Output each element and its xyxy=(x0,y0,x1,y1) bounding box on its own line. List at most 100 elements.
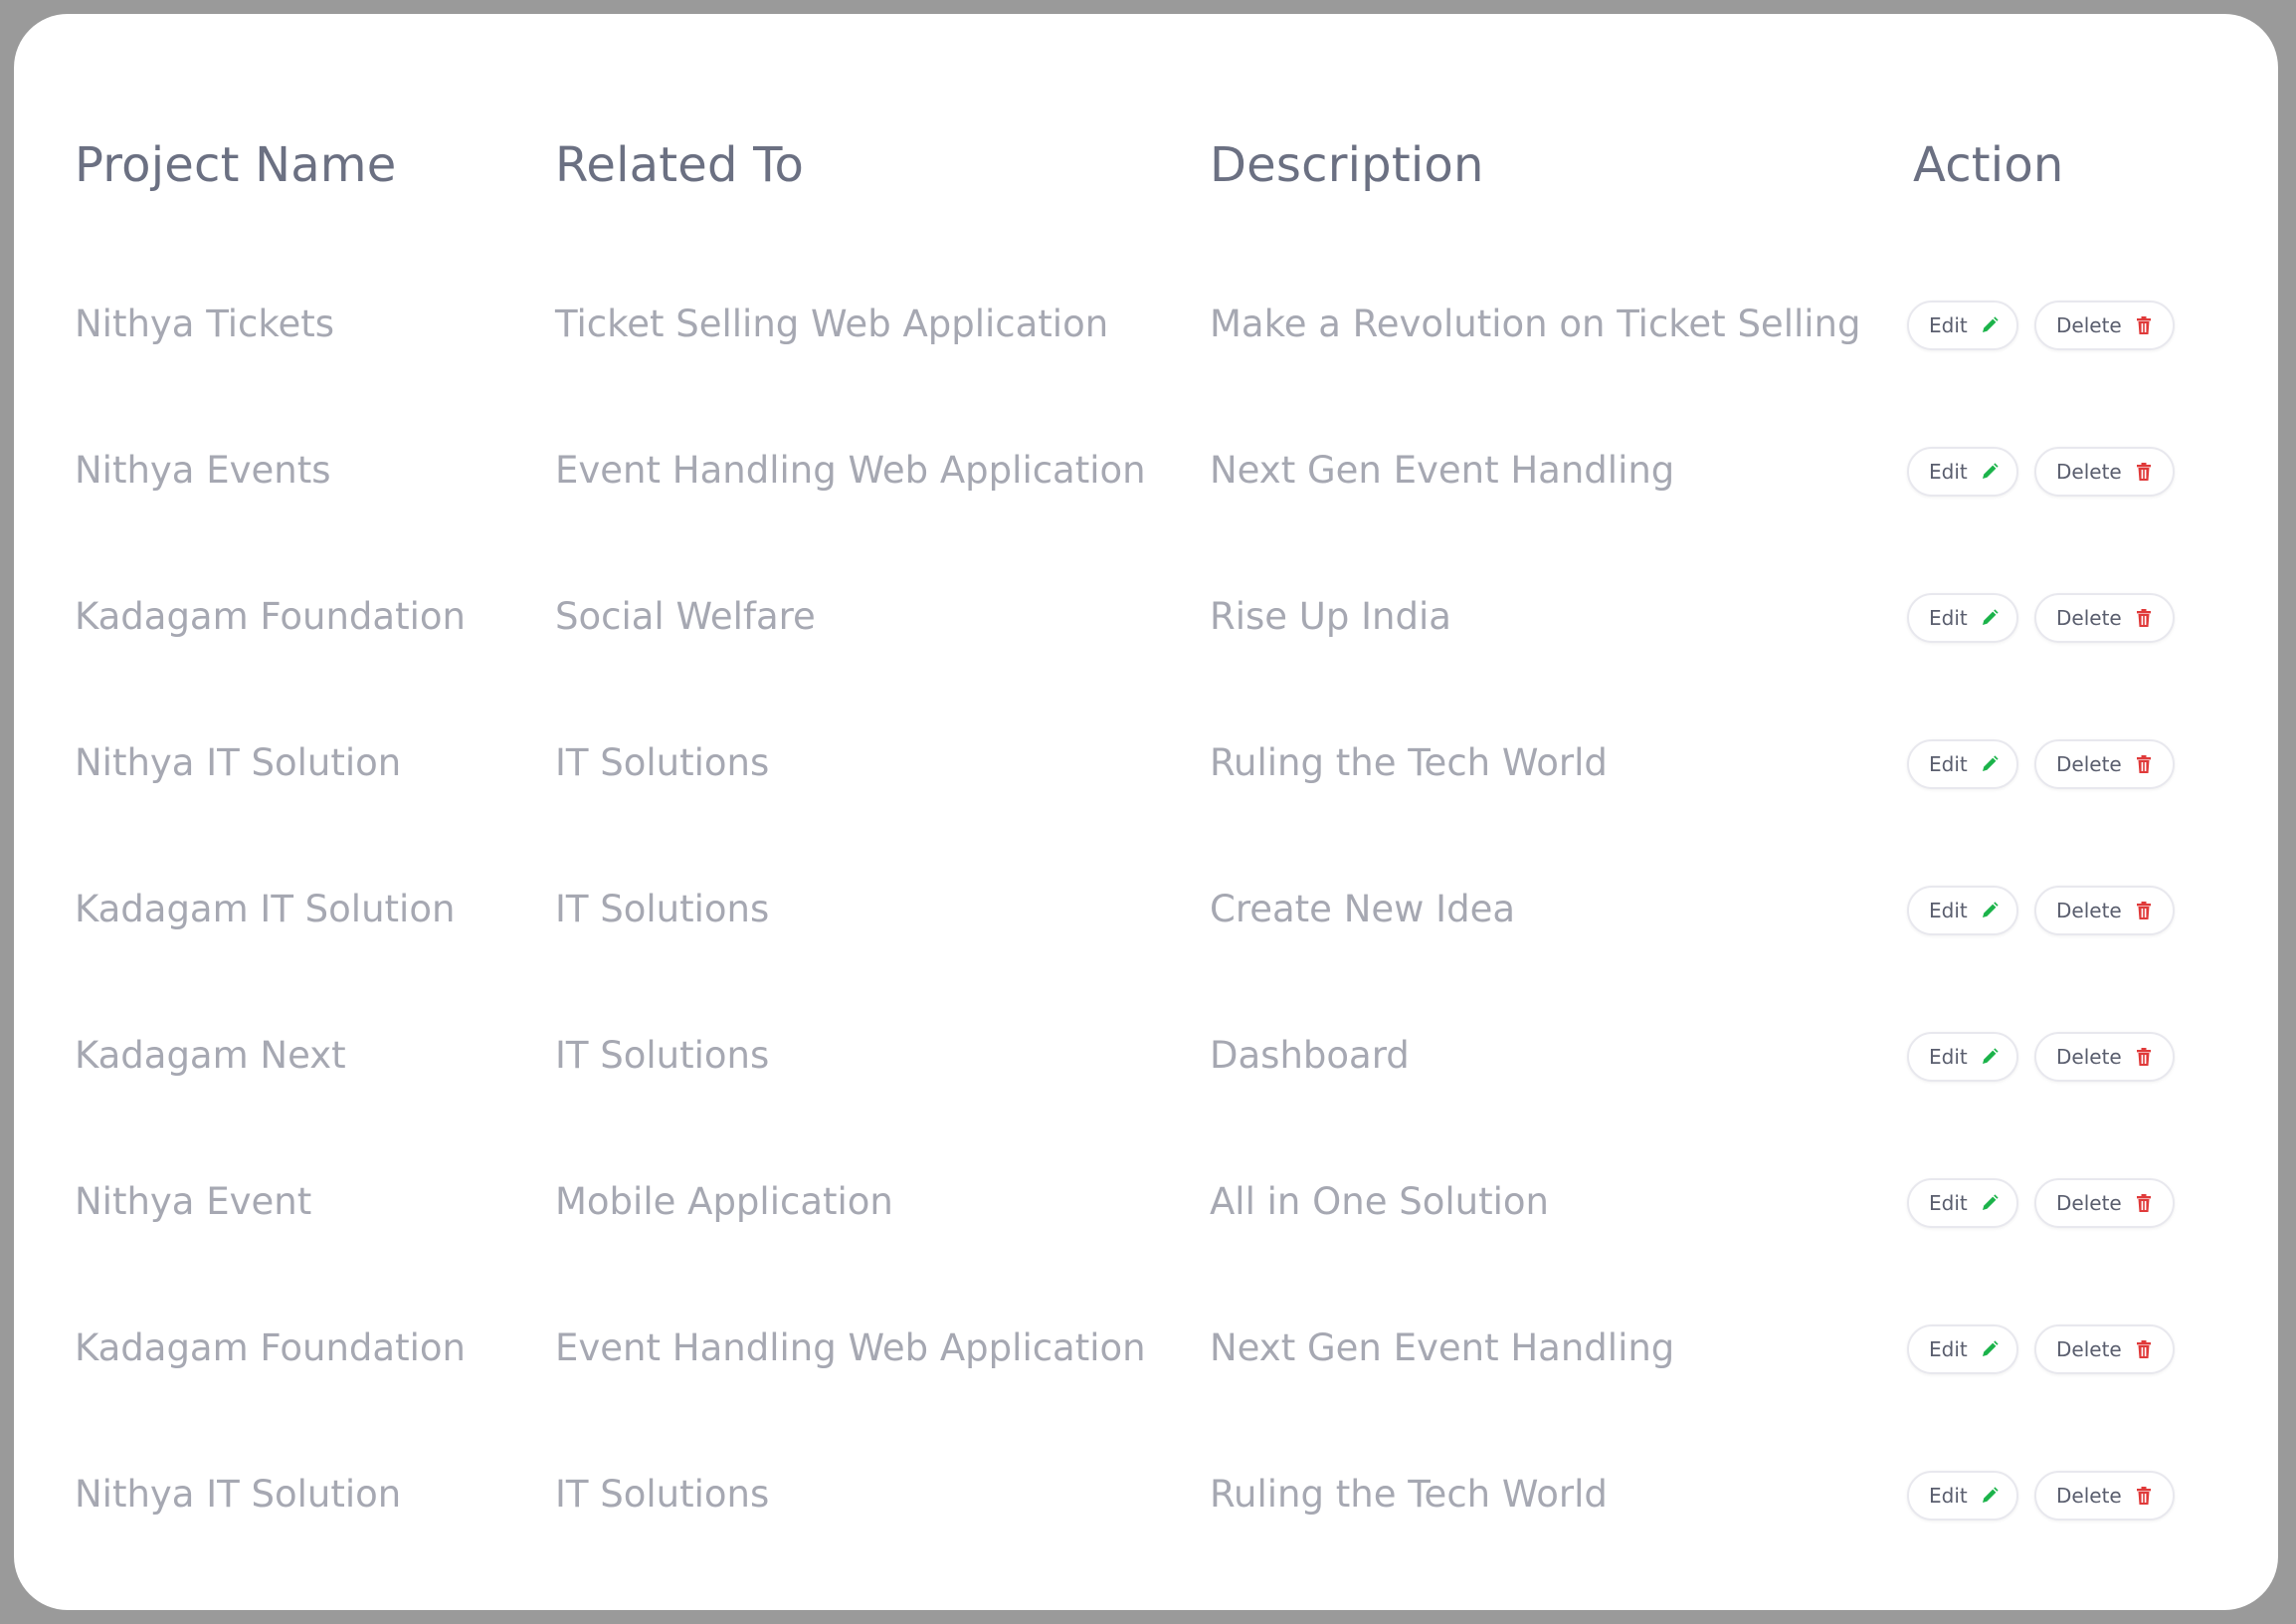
cell-related-to: IT Solutions xyxy=(555,741,770,784)
cell-description: Next Gen Event Handling xyxy=(1210,1326,1675,1369)
cell-related-to: IT Solutions xyxy=(555,888,770,930)
cell-description: All in One Solution xyxy=(1210,1180,1549,1223)
delete-button[interactable]: Delete xyxy=(2034,1178,2175,1228)
table-row: Nithya IT Solution IT Solutions Ruling the… xyxy=(14,1421,2278,1567)
edit-button-label: Edit xyxy=(1929,1484,1968,1508)
edit-button-label: Edit xyxy=(1929,1045,1968,1069)
header-project-name: Project Name xyxy=(75,137,397,193)
edit-button-label: Edit xyxy=(1929,1191,1968,1215)
cell-description: Create New Idea xyxy=(1210,888,1516,930)
cell-description: Ruling the Tech World xyxy=(1210,741,1608,784)
table-row: Kadagam Next IT Solutions Dashboard Edit Del… xyxy=(14,982,2278,1128)
cell-project-name: Nithya Event xyxy=(75,1180,312,1223)
cell-related-to: Social Welfare xyxy=(555,595,816,638)
pencil-icon xyxy=(1980,1339,2000,1359)
edit-button-label: Edit xyxy=(1929,752,1968,776)
trash-icon xyxy=(2134,1047,2154,1067)
cell-description: Dashboard xyxy=(1210,1034,1410,1077)
edit-button[interactable]: Edit xyxy=(1907,1178,2018,1228)
edit-button-label: Edit xyxy=(1929,313,1968,337)
delete-button[interactable]: Delete xyxy=(2034,1032,2175,1082)
cell-project-name: Nithya Events xyxy=(75,449,331,492)
trash-icon xyxy=(2134,1193,2154,1213)
trash-icon xyxy=(2134,315,2154,335)
trash-icon xyxy=(2134,1339,2154,1359)
table-row: Kadagam Foundation Event Handling Web App… xyxy=(14,1275,2278,1421)
cell-description: Rise Up India xyxy=(1210,595,1451,638)
delete-button-label: Delete xyxy=(2056,313,2122,337)
delete-button[interactable]: Delete xyxy=(2034,739,2175,789)
table-row: Kadagam Foundation Social Welfare Rise Up … xyxy=(14,543,2278,690)
delete-button[interactable]: Delete xyxy=(2034,886,2175,935)
delete-button-label: Delete xyxy=(2056,1045,2122,1069)
cell-project-name: Kadagam Foundation xyxy=(75,595,466,638)
pencil-icon xyxy=(1980,608,2000,628)
edit-button-label: Edit xyxy=(1929,1337,1968,1361)
row-actions: Edit Delete xyxy=(1907,886,2175,935)
edit-button[interactable]: Edit xyxy=(1907,739,2018,789)
trash-icon xyxy=(2134,754,2154,774)
delete-button[interactable]: Delete xyxy=(2034,301,2175,350)
edit-button[interactable]: Edit xyxy=(1907,886,2018,935)
row-actions: Edit Delete xyxy=(1907,1471,2175,1521)
cell-related-to: Event Handling Web Application xyxy=(555,1326,1146,1369)
cell-project-name: Kadagam IT Solution xyxy=(75,888,456,930)
delete-button-label: Delete xyxy=(2056,1191,2122,1215)
edit-button[interactable]: Edit xyxy=(1907,1471,2018,1521)
projects-table-card: Project Name Related To Description Acti… xyxy=(14,14,2278,1610)
table-row: Nithya IT Solution IT Solutions Ruling the… xyxy=(14,690,2278,836)
cell-description: Ruling the Tech World xyxy=(1210,1473,1608,1516)
table-row: Nithya Tickets Ticket Selling Web Applica… xyxy=(14,251,2278,397)
delete-button[interactable]: Delete xyxy=(2034,1471,2175,1521)
cell-project-name: Nithya Tickets xyxy=(75,303,334,345)
cell-description: Next Gen Event Handling xyxy=(1210,449,1675,492)
trash-icon xyxy=(2134,462,2154,482)
edit-button[interactable]: Edit xyxy=(1907,1324,2018,1374)
pencil-icon xyxy=(1980,1486,2000,1506)
edit-button[interactable]: Edit xyxy=(1907,1032,2018,1082)
edit-button[interactable]: Edit xyxy=(1907,301,2018,350)
cell-project-name: Nithya IT Solution xyxy=(75,741,402,784)
edit-button[interactable]: Edit xyxy=(1907,593,2018,643)
row-actions: Edit Delete xyxy=(1907,1324,2175,1374)
trash-icon xyxy=(2134,608,2154,628)
pencil-icon xyxy=(1980,754,2000,774)
cell-related-to: Event Handling Web Application xyxy=(555,449,1146,492)
cell-related-to: Ticket Selling Web Application xyxy=(555,303,1109,345)
edit-button-label: Edit xyxy=(1929,460,1968,484)
cell-related-to: IT Solutions xyxy=(555,1034,770,1077)
delete-button-label: Delete xyxy=(2056,460,2122,484)
delete-button[interactable]: Delete xyxy=(2034,1324,2175,1374)
header-related-to: Related To xyxy=(555,137,805,193)
edit-button-label: Edit xyxy=(1929,899,1968,922)
table-row: Kadagam IT Solution IT Solutions Create Ne… xyxy=(14,836,2278,982)
table-row: Nithya Event Mobile Application All in One… xyxy=(14,1128,2278,1275)
cell-description: Make a Revolution on Ticket Selling xyxy=(1210,303,1861,345)
row-actions: Edit Delete xyxy=(1907,593,2175,643)
header-description: Description xyxy=(1210,137,1484,193)
delete-button-label: Delete xyxy=(2056,1337,2122,1361)
pencil-icon xyxy=(1980,315,2000,335)
pencil-icon xyxy=(1980,1047,2000,1067)
row-actions: Edit Delete xyxy=(1907,447,2175,497)
cell-project-name: Kadagam Foundation xyxy=(75,1326,466,1369)
cell-project-name: Nithya IT Solution xyxy=(75,1473,402,1516)
delete-button[interactable]: Delete xyxy=(2034,593,2175,643)
trash-icon xyxy=(2134,1486,2154,1506)
edit-button[interactable]: Edit xyxy=(1907,447,2018,497)
row-actions: Edit Delete xyxy=(1907,1178,2175,1228)
table-row: Nithya Events Event Handling Web Applicat… xyxy=(14,397,2278,543)
cell-project-name: Kadagam Next xyxy=(75,1034,346,1077)
edit-button-label: Edit xyxy=(1929,606,1968,630)
delete-button-label: Delete xyxy=(2056,606,2122,630)
cell-related-to: IT Solutions xyxy=(555,1473,770,1516)
pencil-icon xyxy=(1980,1193,2000,1213)
delete-button-label: Delete xyxy=(2056,899,2122,922)
delete-button-label: Delete xyxy=(2056,1484,2122,1508)
header-action: Action xyxy=(1913,137,2064,193)
cell-related-to: Mobile Application xyxy=(555,1180,893,1223)
row-actions: Edit Delete xyxy=(1907,739,2175,789)
pencil-icon xyxy=(1980,901,2000,920)
delete-button[interactable]: Delete xyxy=(2034,447,2175,497)
delete-button-label: Delete xyxy=(2056,752,2122,776)
